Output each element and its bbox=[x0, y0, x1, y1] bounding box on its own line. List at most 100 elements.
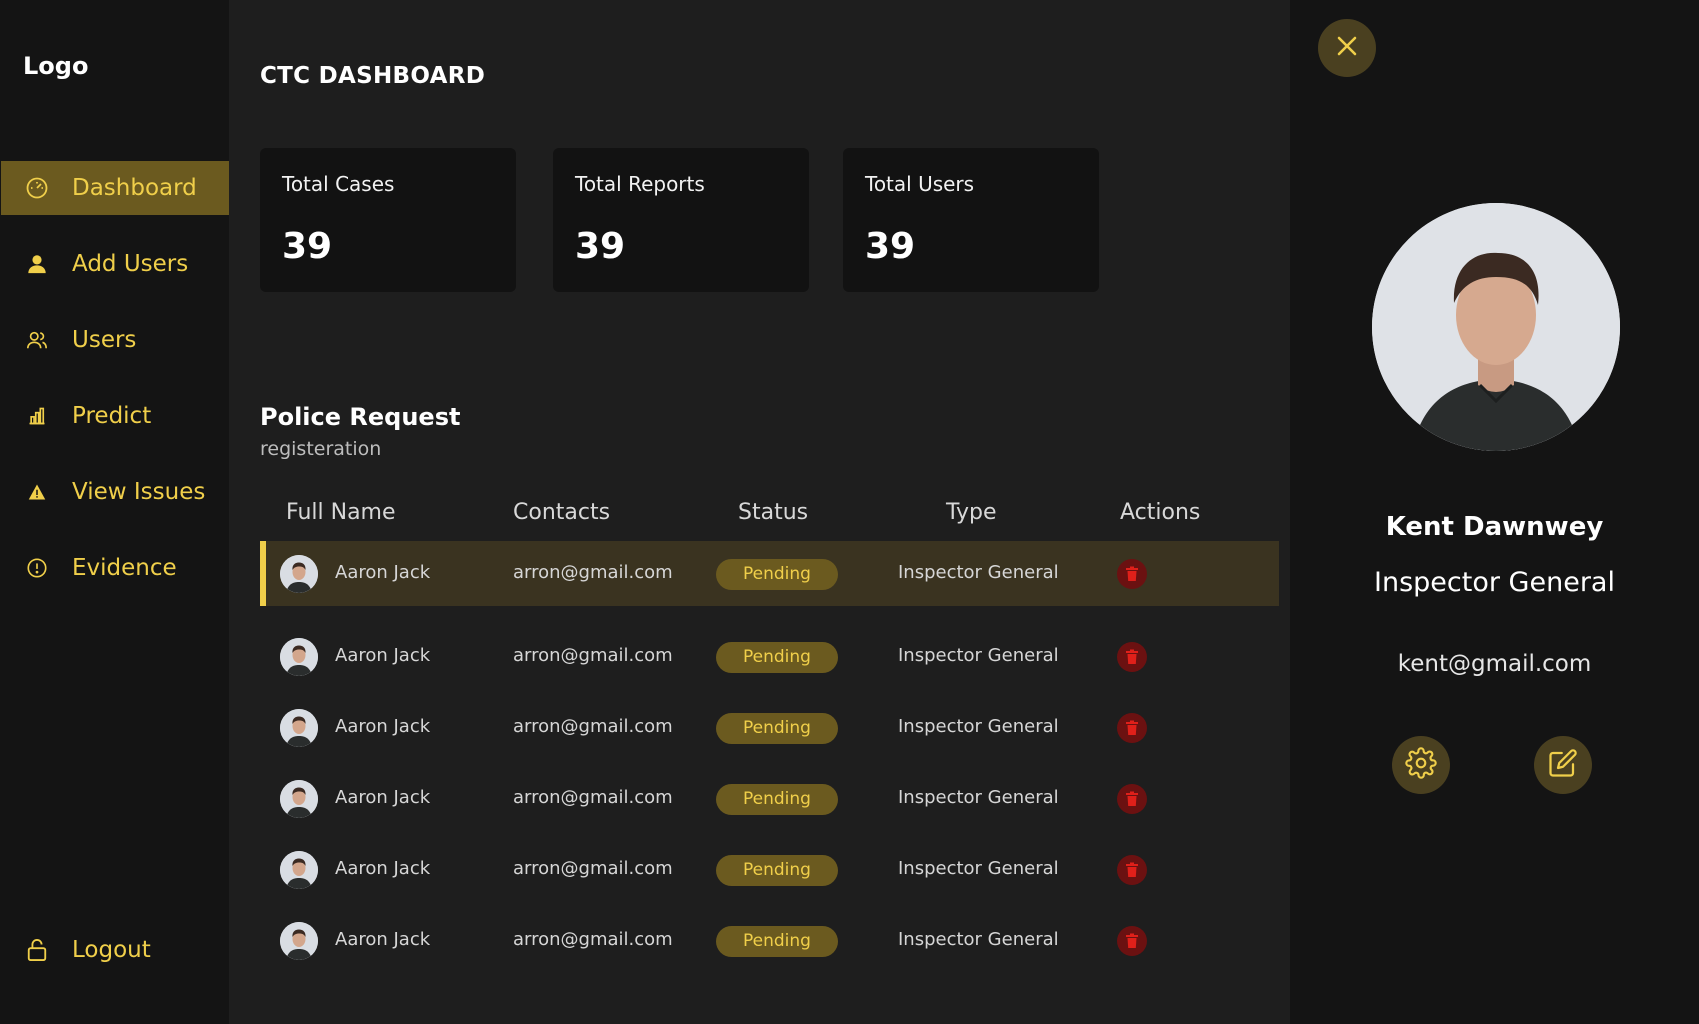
row-contact: arron@gmail.com bbox=[513, 858, 673, 879]
sidebar-item-predict[interactable]: Predict bbox=[1, 389, 229, 443]
row-contact: arron@gmail.com bbox=[513, 929, 673, 950]
logo: Logo bbox=[23, 52, 89, 80]
row-full-name: Aaron Jack bbox=[335, 929, 431, 950]
table-row[interactable]: Aaron Jack arron@gmail.com Pending Inspecto… bbox=[260, 837, 1279, 902]
sidebar: Logo Dashboard Add Users Users Predict V… bbox=[0, 0, 229, 1024]
row-type: Inspector General bbox=[898, 562, 1059, 583]
row-avatar bbox=[280, 709, 318, 747]
status-badge: Pending bbox=[716, 784, 838, 815]
row-type: Inspector General bbox=[898, 716, 1059, 737]
table-row[interactable]: Aaron Jack arron@gmail.com Pending Inspecto… bbox=[260, 624, 1279, 689]
profile-email: kent@gmail.com bbox=[1397, 651, 1592, 677]
table-header: Full Name Contacts Status Type Actions bbox=[260, 500, 1280, 530]
stat-label: Total Users bbox=[865, 172, 975, 196]
row-contact: arron@gmail.com bbox=[513, 645, 673, 666]
profile-role: Inspector General bbox=[1374, 567, 1615, 598]
trash-icon bbox=[1125, 791, 1139, 807]
profile-avatar bbox=[1372, 203, 1620, 451]
table-row[interactable]: Aaron Jack arron@gmail.com Pending Inspecto… bbox=[260, 541, 1279, 606]
unlock-icon bbox=[23, 936, 51, 964]
logout-label: Logout bbox=[72, 937, 151, 963]
warning-icon bbox=[23, 478, 51, 506]
sidebar-item-label: Dashboard bbox=[72, 175, 197, 201]
edit-button[interactable] bbox=[1534, 736, 1592, 794]
status-badge: Pending bbox=[716, 642, 838, 673]
row-avatar bbox=[280, 555, 318, 593]
table-row[interactable]: Aaron Jack arron@gmail.com Pending Inspecto… bbox=[260, 908, 1279, 973]
status-badge: Pending bbox=[716, 713, 838, 744]
stat-label: Total Reports bbox=[575, 172, 705, 196]
stat-value: 39 bbox=[282, 226, 333, 267]
profile-name: Kent Dawnwey bbox=[1385, 512, 1604, 542]
row-avatar bbox=[280, 922, 318, 960]
sidebar-item-evidence[interactable]: Evidence bbox=[1, 541, 229, 595]
row-avatar bbox=[280, 638, 318, 676]
sidebar-item-view-issues[interactable]: View Issues bbox=[1, 465, 229, 519]
info-circle-icon bbox=[23, 554, 51, 582]
stat-value: 39 bbox=[575, 226, 626, 267]
edit-icon bbox=[1548, 748, 1578, 782]
bar-chart-icon bbox=[23, 402, 51, 430]
sidebar-item-label: Users bbox=[72, 327, 137, 353]
column-header-type: Type bbox=[946, 500, 997, 525]
delete-button[interactable] bbox=[1117, 559, 1147, 589]
app: Logo Dashboard Add Users Users Predict V… bbox=[0, 0, 1699, 1024]
row-contact: arron@gmail.com bbox=[513, 716, 673, 737]
main-content: CTC DASHBOARD Total Cases 39 Total Repor… bbox=[229, 0, 1290, 1024]
column-header-full-name: Full Name bbox=[286, 500, 396, 525]
stat-card-total-users: Total Users 39 bbox=[843, 148, 1099, 292]
table-row[interactable]: Aaron Jack arron@gmail.com Pending Inspecto… bbox=[260, 766, 1279, 831]
sidebar-item-label: Predict bbox=[72, 403, 152, 429]
delete-button[interactable] bbox=[1117, 926, 1147, 956]
stat-label: Total Cases bbox=[282, 172, 395, 196]
column-header-status: Status bbox=[738, 500, 809, 525]
logout-button[interactable]: Logout bbox=[1, 923, 229, 977]
status-badge: Pending bbox=[716, 855, 838, 886]
gear-icon bbox=[1405, 747, 1437, 783]
column-header-contacts: Contacts bbox=[513, 500, 611, 525]
sidebar-item-add-users[interactable]: Add Users bbox=[1, 237, 229, 291]
row-type: Inspector General bbox=[898, 929, 1059, 950]
column-header-actions: Actions bbox=[1120, 500, 1201, 525]
stat-card-total-reports: Total Reports 39 bbox=[553, 148, 809, 292]
row-avatar bbox=[280, 851, 318, 889]
users-icon bbox=[23, 326, 51, 354]
row-contact: arron@gmail.com bbox=[513, 787, 673, 808]
delete-button[interactable] bbox=[1117, 784, 1147, 814]
delete-button[interactable] bbox=[1117, 642, 1147, 672]
row-contact: arron@gmail.com bbox=[513, 562, 673, 583]
row-type: Inspector General bbox=[898, 787, 1059, 808]
row-type: Inspector General bbox=[898, 858, 1059, 879]
speedometer-icon bbox=[23, 174, 51, 202]
settings-button[interactable] bbox=[1392, 736, 1450, 794]
delete-button[interactable] bbox=[1117, 713, 1147, 743]
close-icon bbox=[1335, 34, 1359, 62]
row-full-name: Aaron Jack bbox=[335, 562, 431, 583]
trash-icon bbox=[1125, 933, 1139, 949]
trash-icon bbox=[1125, 649, 1139, 665]
section-subtitle: registeration bbox=[260, 438, 382, 460]
trash-icon bbox=[1125, 720, 1139, 736]
status-badge: Pending bbox=[716, 926, 838, 957]
person-icon bbox=[23, 250, 51, 278]
sidebar-item-label: View Issues bbox=[72, 479, 206, 505]
status-badge: Pending bbox=[716, 559, 838, 590]
page-title: CTC DASHBOARD bbox=[260, 63, 486, 89]
table-row[interactable]: Aaron Jack arron@gmail.com Pending Inspecto… bbox=[260, 695, 1279, 760]
sidebar-item-label: Add Users bbox=[72, 251, 189, 277]
stat-value: 39 bbox=[865, 226, 916, 267]
stat-card-total-cases: Total Cases 39 bbox=[260, 148, 516, 292]
row-full-name: Aaron Jack bbox=[335, 645, 431, 666]
profile-panel: Kent Dawnwey Inspector General kent@gmai… bbox=[1290, 0, 1699, 1024]
sidebar-item-dashboard[interactable]: Dashboard bbox=[1, 161, 229, 215]
trash-icon bbox=[1125, 566, 1139, 582]
close-button[interactable] bbox=[1318, 19, 1376, 77]
trash-icon bbox=[1125, 862, 1139, 878]
delete-button[interactable] bbox=[1117, 855, 1147, 885]
row-full-name: Aaron Jack bbox=[335, 787, 431, 808]
section-title: Police Request bbox=[260, 403, 461, 431]
row-type: Inspector General bbox=[898, 645, 1059, 666]
row-full-name: Aaron Jack bbox=[335, 716, 431, 737]
sidebar-item-users[interactable]: Users bbox=[1, 313, 229, 367]
row-full-name: Aaron Jack bbox=[335, 858, 431, 879]
